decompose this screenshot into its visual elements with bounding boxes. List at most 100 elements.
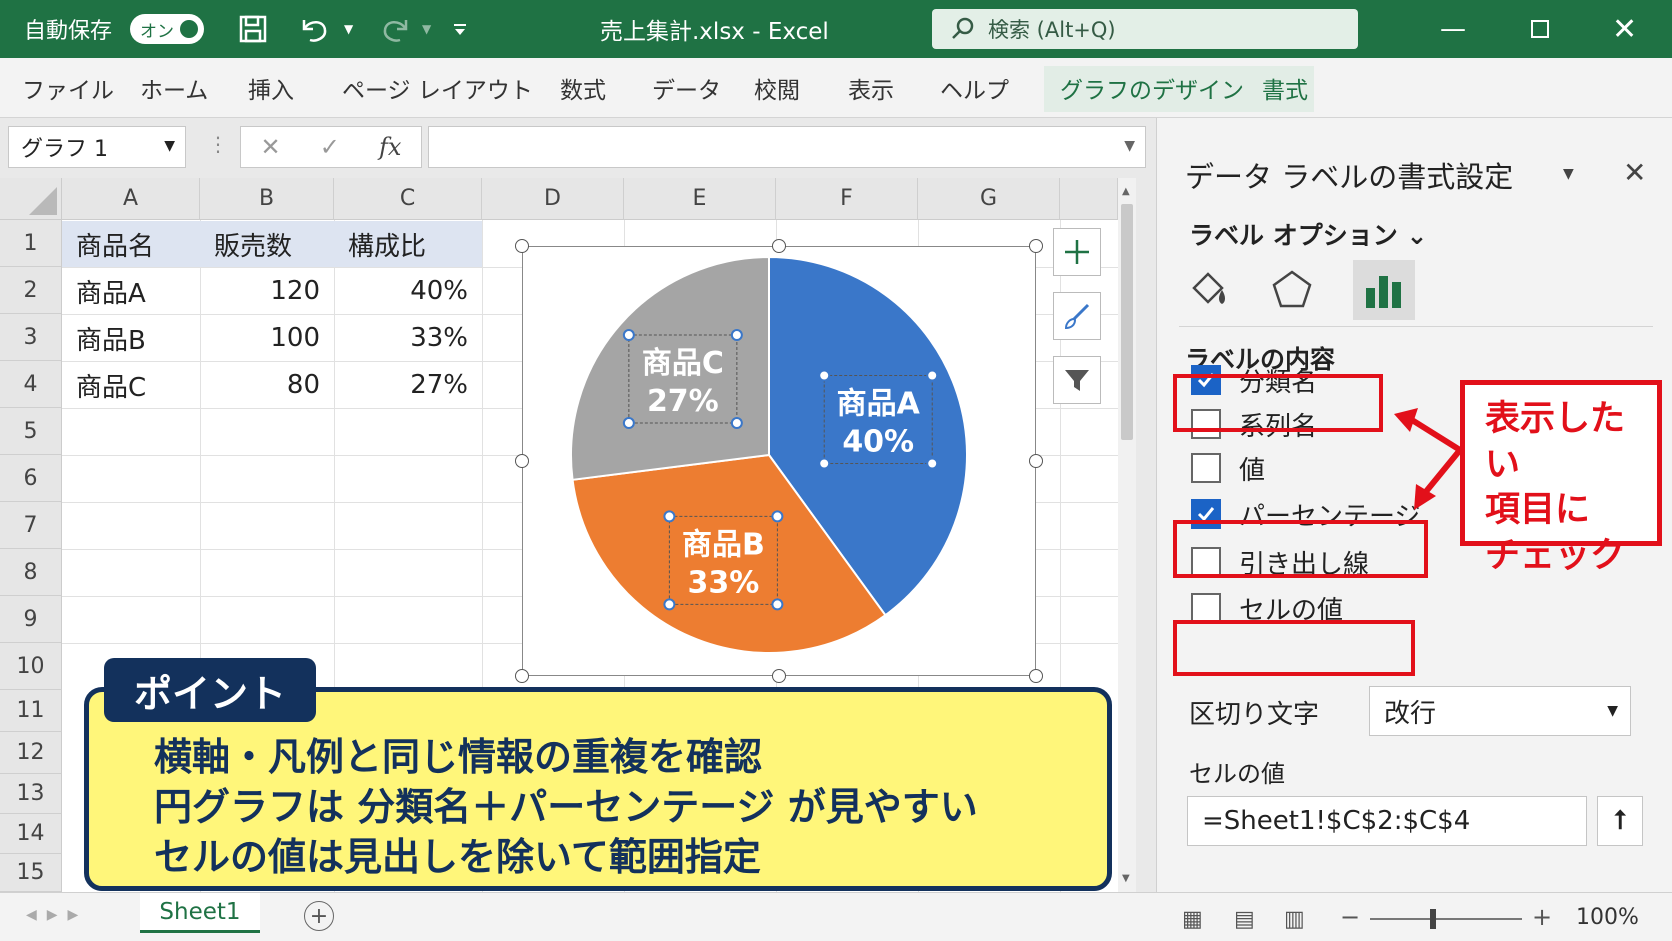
cancel-icon[interactable]: ✕ bbox=[261, 133, 281, 161]
row-header[interactable]: 15 bbox=[0, 854, 62, 892]
pane-close-icon[interactable]: ✕ bbox=[1623, 156, 1646, 189]
tab-help[interactable]: ヘルプ bbox=[940, 58, 1009, 118]
chart-filters-button[interactable] bbox=[1053, 356, 1101, 404]
chart-resize-handle[interactable] bbox=[1029, 454, 1043, 468]
label-handle[interactable] bbox=[730, 417, 743, 430]
label-options-dropdown[interactable]: ラベル オプション ⌄ bbox=[1189, 216, 1427, 252]
column-header-b[interactable]: B bbox=[200, 178, 334, 220]
add-sheet-icon[interactable]: + bbox=[304, 901, 334, 931]
tab-chart-design[interactable]: グラフのデザイン bbox=[1060, 58, 1244, 118]
chart-resize-handle[interactable] bbox=[772, 669, 786, 683]
checkbox-box[interactable] bbox=[1191, 453, 1221, 483]
scroll-thumb[interactable] bbox=[1121, 204, 1133, 440]
minimize-button[interactable]: — bbox=[1440, 0, 1466, 58]
chart-resize-handle[interactable] bbox=[515, 239, 529, 253]
chart-resize-handle[interactable] bbox=[515, 669, 529, 683]
cell-b3[interactable]: 100 bbox=[200, 315, 334, 361]
zoom-level[interactable]: 100% bbox=[1576, 905, 1639, 930]
label-handle[interactable] bbox=[771, 510, 784, 523]
name-box-dropdown-icon[interactable]: ▼ bbox=[164, 138, 175, 154]
cell-a1[interactable]: 商品名 bbox=[62, 221, 200, 267]
chart-resize-handle[interactable] bbox=[1029, 239, 1043, 253]
column-header-d[interactable]: D bbox=[482, 178, 624, 220]
row-header[interactable]: 14 bbox=[0, 814, 62, 854]
label-handle[interactable] bbox=[818, 369, 831, 382]
tab-page-layout[interactable]: ページ レイアウト bbox=[342, 58, 533, 118]
chart-area[interactable]: 商品A 40% 商品B 33% 商品C 27% bbox=[515, 239, 1043, 683]
label-handle[interactable] bbox=[663, 598, 676, 611]
label-handle[interactable] bbox=[730, 329, 743, 342]
scroll-down-icon[interactable]: ▼ bbox=[1122, 873, 1130, 884]
zoom-slider-thumb[interactable] bbox=[1430, 909, 1436, 929]
cell-c4[interactable]: 27% bbox=[334, 362, 482, 408]
label-handle[interactable] bbox=[622, 417, 635, 430]
column-header-a[interactable]: A bbox=[62, 178, 200, 220]
checkbox-value[interactable]: 値 bbox=[1191, 448, 1265, 488]
cell-a3[interactable]: 商品B bbox=[62, 315, 200, 361]
row-header[interactable]: 5 bbox=[0, 408, 62, 455]
label-handle[interactable] bbox=[926, 369, 939, 382]
row-header[interactable]: 9 bbox=[0, 596, 62, 643]
row-header[interactable]: 4 bbox=[0, 361, 62, 408]
tab-file[interactable]: ファイル bbox=[22, 58, 114, 118]
cell-b1[interactable]: 販売数 bbox=[200, 221, 334, 267]
formula-bar-grip-icon[interactable]: ⋮ bbox=[208, 132, 228, 156]
cell-b4[interactable]: 80 bbox=[200, 362, 334, 408]
label-options-bar-icon[interactable] bbox=[1353, 260, 1415, 320]
fill-line-icon[interactable] bbox=[1177, 260, 1239, 320]
save-icon[interactable] bbox=[238, 0, 268, 58]
chart-styles-button[interactable] bbox=[1053, 292, 1101, 340]
sheet-nav-icons[interactable]: ◀▶▶ bbox=[26, 907, 88, 923]
label-handle[interactable] bbox=[622, 329, 635, 342]
row-header[interactable]: 6 bbox=[0, 455, 62, 502]
row-header[interactable]: 3 bbox=[0, 314, 62, 361]
row-header[interactable]: 7 bbox=[0, 502, 62, 549]
search-box[interactable]: 検索 (Alt+Q) bbox=[932, 9, 1358, 49]
name-box[interactable]: グラフ 1 ▼ bbox=[8, 126, 186, 168]
select-all-button[interactable] bbox=[0, 178, 62, 220]
row-header[interactable]: 2 bbox=[0, 267, 62, 314]
insert-function-icon[interactable]: fx bbox=[379, 133, 401, 161]
tab-format[interactable]: 書式 bbox=[1262, 58, 1308, 118]
row-header[interactable]: 13 bbox=[0, 774, 62, 814]
zoom-slider[interactable] bbox=[1370, 918, 1522, 920]
label-handle[interactable] bbox=[926, 457, 939, 470]
customize-qat-icon[interactable] bbox=[452, 0, 468, 58]
label-handle[interactable] bbox=[663, 510, 676, 523]
cell-value-range-input[interactable]: =Sheet1!$C$2:$C$4 bbox=[1187, 796, 1587, 846]
enter-icon[interactable]: ✓ bbox=[320, 133, 340, 161]
redo-dropdown-icon[interactable]: ▼ bbox=[422, 0, 431, 58]
expand-formula-icon[interactable]: ▼ bbox=[1124, 138, 1135, 154]
tab-view[interactable]: 表示 bbox=[848, 58, 894, 118]
column-header-f[interactable]: F bbox=[776, 178, 918, 220]
row-header[interactable]: 1 bbox=[0, 220, 62, 267]
row-header[interactable]: 10 bbox=[0, 643, 62, 690]
vertical-scrollbar[interactable]: ▲ ▼ bbox=[1118, 178, 1136, 892]
pie-chart[interactable]: 商品A40% 商品B33% 商品C27% bbox=[523, 247, 1037, 677]
redo-icon[interactable] bbox=[380, 0, 412, 58]
tab-review[interactable]: 校閲 bbox=[754, 58, 800, 118]
chart-resize-handle[interactable] bbox=[772, 239, 786, 253]
page-layout-view-icon[interactable]: ▤ bbox=[1234, 907, 1255, 932]
scroll-up-icon[interactable]: ▲ bbox=[1122, 186, 1130, 197]
column-header-c[interactable]: C bbox=[334, 178, 482, 220]
cell-c2[interactable]: 40% bbox=[334, 268, 482, 314]
label-handle[interactable] bbox=[771, 598, 784, 611]
zoom-out-button[interactable]: − bbox=[1340, 903, 1360, 931]
effects-pentagon-icon[interactable] bbox=[1261, 260, 1323, 320]
autosave-toggle[interactable]: オン bbox=[130, 14, 204, 44]
pane-options-icon[interactable]: ▼ bbox=[1563, 166, 1574, 182]
close-button[interactable]: ✕ bbox=[1612, 0, 1637, 58]
row-header[interactable]: 11 bbox=[0, 690, 62, 732]
tab-data[interactable]: データ bbox=[652, 58, 721, 118]
column-header-e[interactable]: E bbox=[624, 178, 776, 220]
cell-c1[interactable]: 構成比 bbox=[334, 221, 482, 267]
tab-home[interactable]: ホーム bbox=[140, 58, 208, 118]
cell-a2[interactable]: 商品A bbox=[62, 268, 200, 314]
cell-c3[interactable]: 33% bbox=[334, 315, 482, 361]
label-handle[interactable] bbox=[818, 457, 831, 470]
separator-select[interactable]: 改行 ▼ bbox=[1369, 686, 1631, 736]
tab-formulas[interactable]: 数式 bbox=[560, 58, 606, 118]
chart-resize-handle[interactable] bbox=[515, 454, 529, 468]
row-header[interactable]: 12 bbox=[0, 732, 62, 774]
